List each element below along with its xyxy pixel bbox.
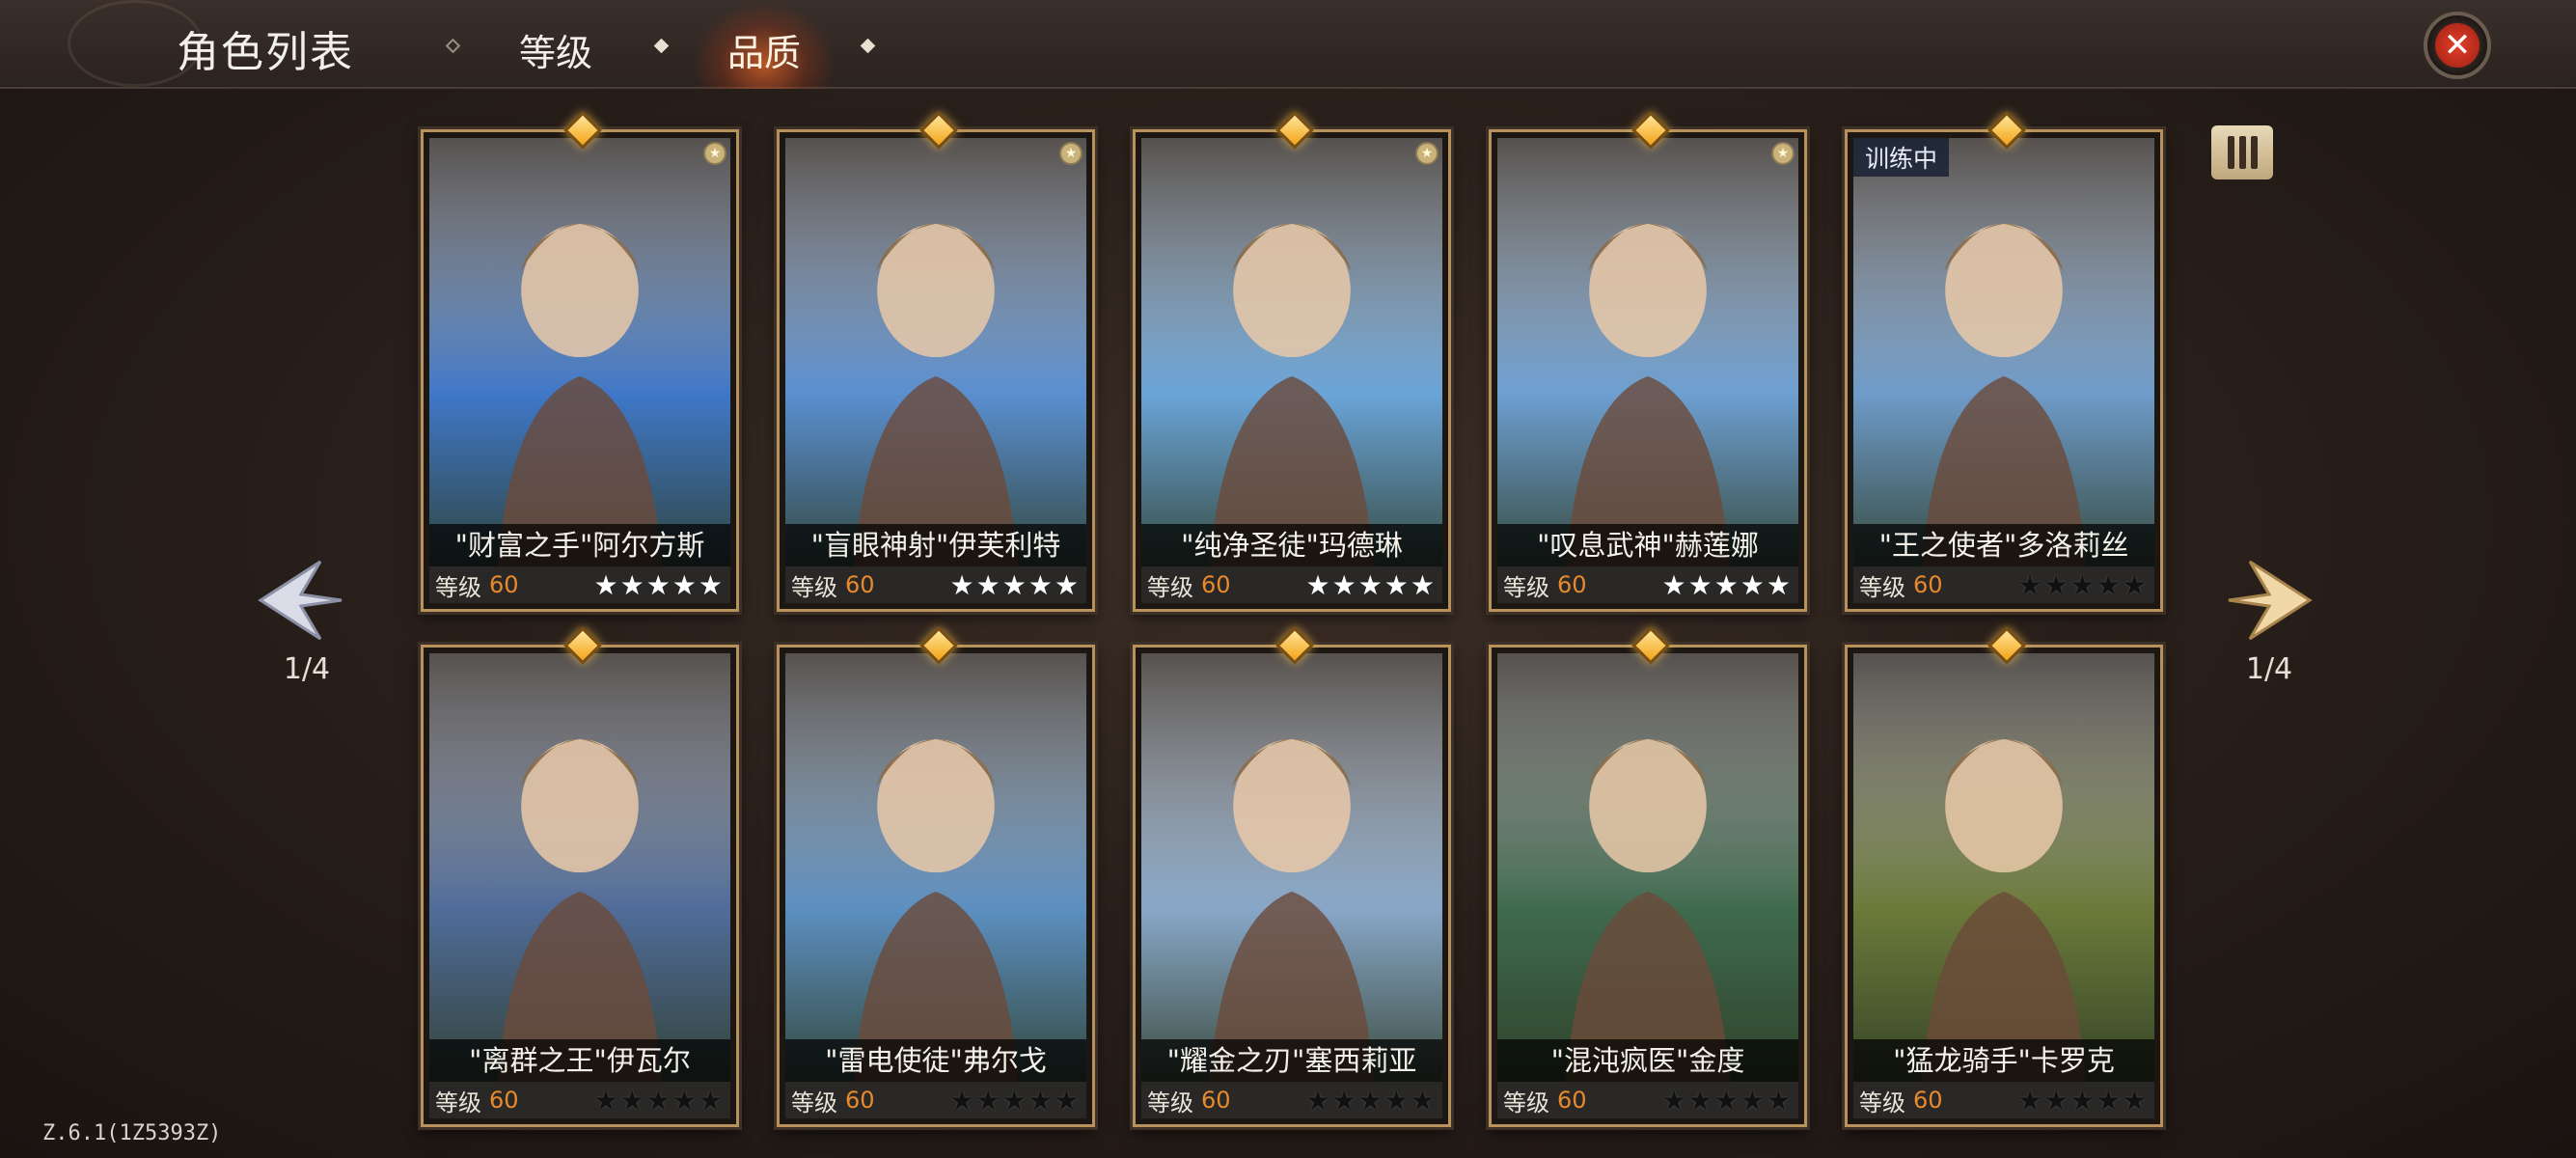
favorite-badge-icon: ★ xyxy=(1415,142,1439,165)
star-rating: ★★★★★ xyxy=(2017,568,2149,601)
character-name: "王之使者"多洛莉丝 xyxy=(1853,524,2154,566)
prev-page-button[interactable] xyxy=(253,552,349,648)
character-card[interactable]: "混沌疯医"金度等级 60 ★★★★★ xyxy=(1489,626,1807,1127)
level-label: 等级 xyxy=(1859,573,1905,601)
level-value: 60 xyxy=(845,1087,875,1114)
level-value: 60 xyxy=(1201,1087,1231,1114)
tab-level[interactable]: 等级 xyxy=(519,23,592,76)
next-page-button[interactable] xyxy=(2221,552,2317,648)
tab-quality[interactable]: 品质 xyxy=(727,23,801,76)
character-info-bar: 等级 60 ★★★★★ xyxy=(429,1082,730,1118)
grid-bar-icon xyxy=(2227,136,2234,169)
level-label: 等级 xyxy=(435,1089,481,1117)
character-card[interactable]: "耀金之刃"塞西莉亚等级 60 ★★★★★ xyxy=(1133,626,1451,1127)
grid-bar-icon xyxy=(2238,136,2246,169)
character-card[interactable]: ★ "纯净圣徒"玛德琳等级 60 ★★★★★ xyxy=(1133,111,1451,612)
level-label: 等级 xyxy=(1503,573,1549,601)
character-info-bar: 等级 60 ★★★★★ xyxy=(1141,1082,1442,1118)
star-rating: ★★★★★ xyxy=(1661,1084,1793,1117)
favorite-badge-icon: ★ xyxy=(1771,142,1795,165)
star-rating: ★★★★★ xyxy=(1305,1084,1437,1117)
star-rating: ★★★★★ xyxy=(1305,568,1437,601)
character-info-bar: 等级 60 ★★★★★ xyxy=(429,566,730,603)
character-name: "雷电使徒"弗尔戈 xyxy=(785,1039,1086,1082)
character-info-bar: 等级 60 ★★★★★ xyxy=(1853,566,2154,603)
version-label: Z.6.1(1Z5393Z) xyxy=(42,1121,222,1145)
character-card[interactable]: ★ "叹息武神"赫莲娜等级 60 ★★★★★ xyxy=(1489,111,1807,612)
character-info-bar: 等级 60 ★★★★★ xyxy=(1853,1082,2154,1118)
level-value: 60 xyxy=(1913,1087,1943,1114)
close-icon: ✕ xyxy=(2435,23,2480,68)
star-rating: ★★★★★ xyxy=(1661,568,1793,601)
level-label: 等级 xyxy=(1147,573,1193,601)
character-info-bar: 等级 60 ★★★★★ xyxy=(1497,1082,1798,1118)
character-name: "猛龙骑手"卡罗克 xyxy=(1853,1039,2154,1082)
star-rating: ★★★★★ xyxy=(593,568,725,601)
tab-divider-icon xyxy=(860,38,876,54)
level-value: 60 xyxy=(1557,1087,1587,1114)
character-name: "财富之手"阿尔方斯 xyxy=(429,524,730,566)
character-info-bar: 等级 60 ★★★★★ xyxy=(1497,566,1798,603)
character-info-bar: 等级 60 ★★★★★ xyxy=(1141,566,1442,603)
favorite-badge-icon: ★ xyxy=(1059,142,1082,165)
star-rating: ★★★★★ xyxy=(949,568,1081,601)
character-card[interactable]: ★ "盲眼神射"伊芙利特等级 60 ★★★★★ xyxy=(777,111,1095,612)
top-bar: 角色列表 等级 品质 ✕ xyxy=(0,0,2576,89)
tab-divider-icon xyxy=(445,38,461,54)
level-label: 等级 xyxy=(791,1089,837,1117)
character-card[interactable]: "离群之王"伊瓦尔等级 60 ★★★★★ xyxy=(421,626,739,1127)
character-card[interactable]: "雷电使徒"弗尔戈等级 60 ★★★★★ xyxy=(777,626,1095,1127)
character-info-bar: 等级 60 ★★★★★ xyxy=(785,1082,1086,1118)
character-name: "离群之王"伊瓦尔 xyxy=(429,1039,730,1082)
level-value: 60 xyxy=(489,1087,519,1114)
character-name: "耀金之刃"塞西莉亚 xyxy=(1141,1039,1442,1082)
level-value: 60 xyxy=(489,571,519,598)
level-value: 60 xyxy=(1913,571,1943,598)
level-label: 等级 xyxy=(1859,1089,1905,1117)
level-label: 等级 xyxy=(791,573,837,601)
right-page-indicator: 1/4 xyxy=(2245,652,2293,686)
favorite-badge-icon: ★ xyxy=(703,142,726,165)
star-rating: ★★★★★ xyxy=(2017,1084,2149,1117)
training-badge: 训练中 xyxy=(1853,138,1950,177)
level-label: 等级 xyxy=(1503,1089,1549,1117)
character-name: "盲眼神射"伊芙利特 xyxy=(785,524,1086,566)
character-card[interactable]: "猛龙骑手"卡罗克等级 60 ★★★★★ xyxy=(1845,626,2163,1127)
character-card[interactable]: ★ "财富之手"阿尔方斯等级 60 ★★★★★ xyxy=(421,111,739,612)
character-info-bar: 等级 60 ★★★★★ xyxy=(785,566,1086,603)
level-value: 60 xyxy=(1557,571,1587,598)
tab-divider-icon xyxy=(653,38,670,54)
star-rating: ★★★★★ xyxy=(593,1084,725,1117)
star-rating: ★★★★★ xyxy=(949,1084,1081,1117)
arrow-right-icon xyxy=(2228,560,2313,641)
left-page-indicator: 1/4 xyxy=(283,652,331,686)
close-button[interactable]: ✕ xyxy=(2424,12,2491,79)
page-title: 角色列表 xyxy=(177,28,354,77)
character-card[interactable]: 训练中 "王之使者"多洛莉丝等级 60 ★★★★★ xyxy=(1845,111,2163,612)
level-label: 等级 xyxy=(1147,1089,1193,1117)
level-value: 60 xyxy=(1201,571,1231,598)
level-label: 等级 xyxy=(435,573,481,601)
grid-bar-icon xyxy=(2250,136,2258,169)
arrow-left-icon xyxy=(258,560,343,641)
character-name: "叹息武神"赫莲娜 xyxy=(1497,524,1798,566)
grid-view-button[interactable] xyxy=(2211,125,2273,179)
level-value: 60 xyxy=(845,571,875,598)
character-name: "纯净圣徒"玛德琳 xyxy=(1141,524,1442,566)
character-name: "混沌疯医"金度 xyxy=(1497,1039,1798,1082)
